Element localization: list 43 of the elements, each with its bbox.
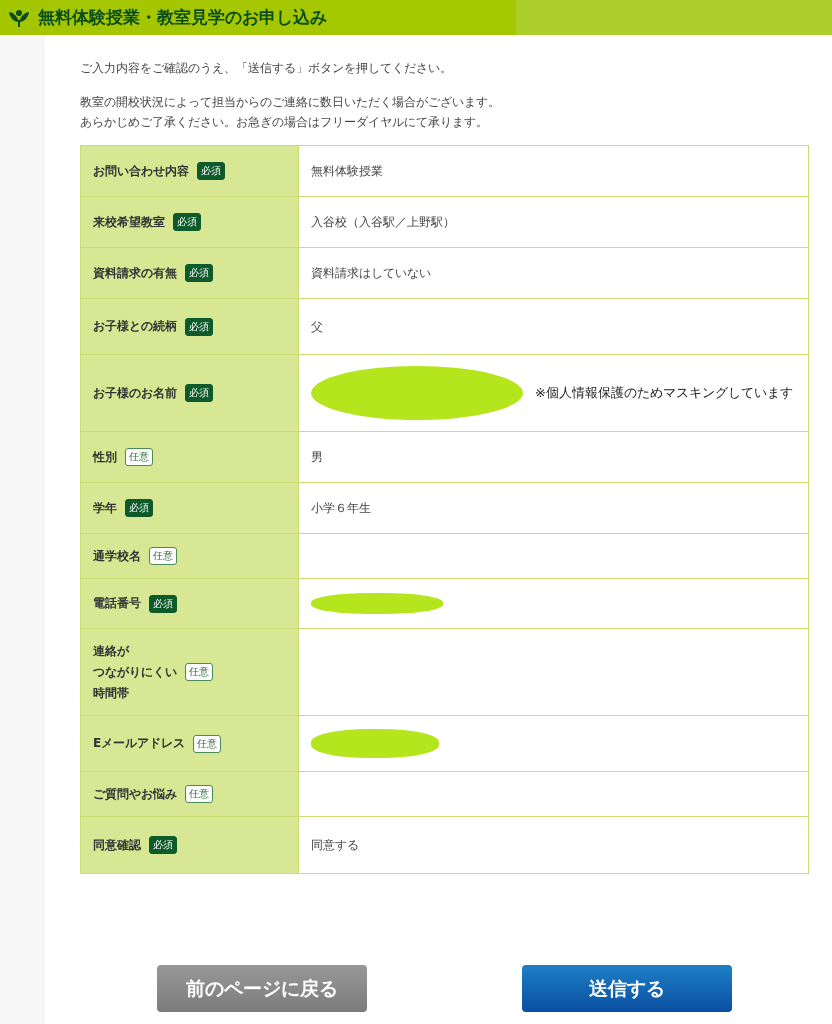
optional-badge: 任意	[185, 663, 213, 681]
optional-badge: 任意	[149, 547, 177, 565]
page-title: 無料体験授業・教室見学のお申し込み	[38, 5, 327, 29]
field-value: 小学６年生	[311, 500, 371, 517]
required-badge: 必須	[149, 594, 177, 613]
optional-badge: 任意	[193, 734, 222, 753]
optional-badge: 任意	[185, 785, 213, 803]
field-label: 性別	[93, 448, 117, 466]
required-badge: 必須	[197, 162, 225, 180]
field-label: 学年	[93, 499, 117, 517]
field-value: 入谷校（入谷駅／上野駅）	[311, 214, 455, 231]
field-label: 来校希望教室	[93, 213, 165, 231]
required-badge: 必須	[173, 213, 201, 231]
field-label: 資料請求の有無	[93, 264, 177, 282]
sprout-logo-icon	[8, 8, 30, 27]
optional-badge: 任意	[125, 448, 153, 466]
field-label: お子様のお名前	[93, 384, 177, 402]
field-label: Eメールアドレス	[93, 735, 186, 752]
required-badge: 必須	[149, 836, 177, 854]
field-value: 無料体験授業	[311, 163, 383, 180]
field-label: お問い合わせ内容	[93, 162, 189, 180]
field-label: 電話番号	[93, 595, 141, 612]
field-label: ご質問やお悩み	[93, 785, 177, 803]
field-value: 同意する	[311, 837, 359, 854]
field-label: お子様との続柄	[93, 318, 177, 335]
back-button[interactable]: 前のページに戻る	[157, 965, 367, 1012]
field-value: 父	[311, 318, 323, 336]
field-label: つながりにくい	[93, 663, 177, 681]
field-label: 同意確認	[93, 836, 141, 854]
required-badge: 必須	[185, 264, 213, 282]
field-label: 時間帯	[93, 684, 129, 702]
field-label: 連絡が	[93, 642, 129, 660]
required-badge: 必須	[185, 317, 213, 336]
field-value: 資料請求はしていない	[311, 265, 431, 282]
field-label: 通学校名	[93, 547, 141, 565]
required-badge: 必須	[185, 384, 213, 402]
submit-button[interactable]: 送信する	[522, 965, 732, 1012]
intro-text: ご入力内容をご確認のうえ、「送信する」ボタンを押してください。	[80, 60, 452, 77]
field-value: 男	[311, 449, 323, 466]
required-badge: 必須	[125, 499, 153, 517]
intro-text: あらかじめご了承ください。お急ぎの場合はフリーダイヤルにて承ります。	[80, 114, 488, 131]
masking-note: ※個人情報保護のためマスキングしています	[535, 384, 793, 403]
intro-text: 教室の開校状況によって担当からのご連絡に数日いただく場合がございます。	[80, 94, 500, 111]
